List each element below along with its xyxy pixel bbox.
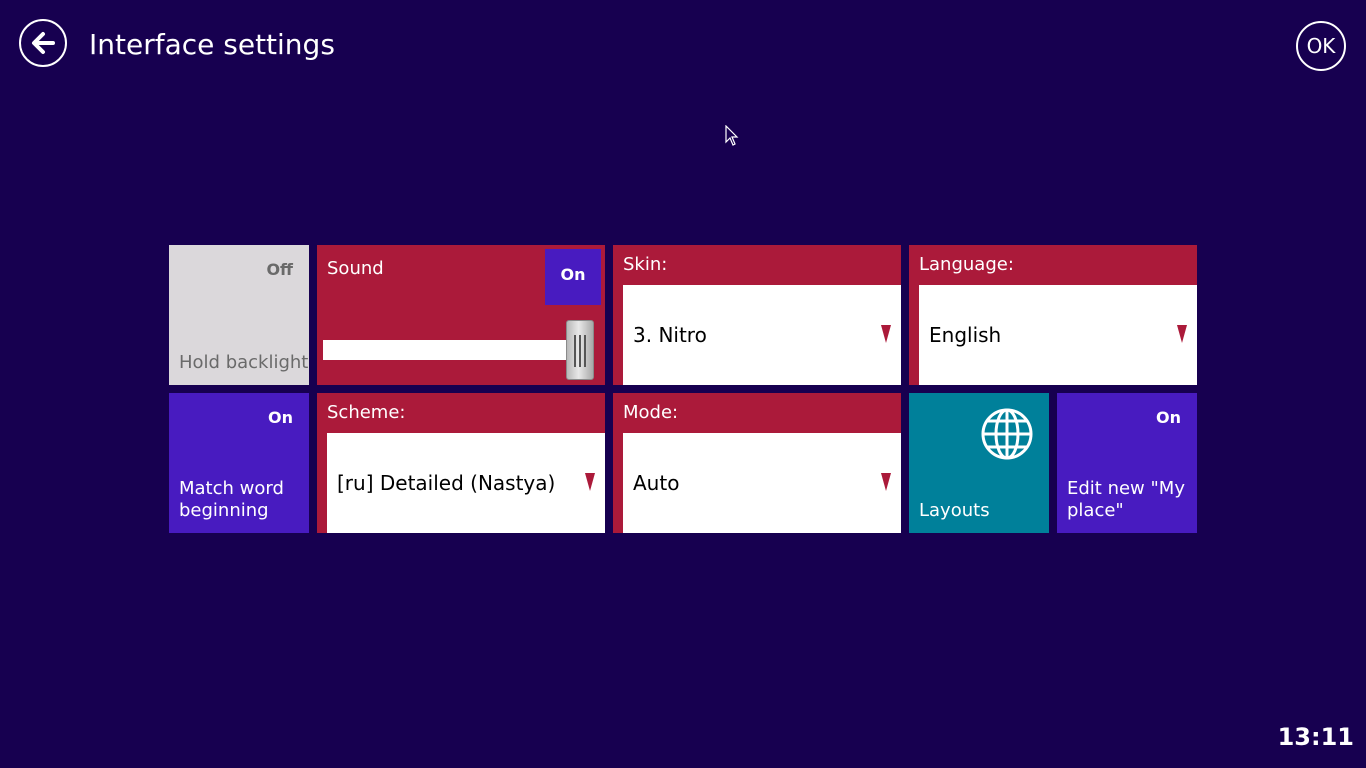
skin-tile: Skin: 3. Nitro (613, 245, 901, 385)
skin-select[interactable]: 3. Nitro (623, 285, 901, 385)
mode-label: Mode: (623, 402, 679, 423)
edit-my-place-label: Edit new "My place" (1067, 478, 1185, 521)
hold-backlight-toggle[interactable]: Off Hold backlight (169, 245, 309, 385)
edit-my-place-state: On (1156, 408, 1181, 427)
dropdown-arrow-icon (1177, 325, 1187, 343)
mode-select[interactable]: Auto (623, 433, 901, 533)
scheme-label: Scheme: (327, 402, 406, 423)
layouts-button[interactable]: Layouts (909, 393, 1049, 533)
language-value: English (929, 323, 1002, 347)
match-word-label: Match word beginning (179, 478, 284, 521)
mouse-cursor-icon (725, 125, 739, 146)
skin-value: 3. Nitro (633, 323, 707, 347)
sound-toggle[interactable]: On (545, 249, 601, 305)
clock: 13:11 (1277, 723, 1354, 751)
mode-value: Auto (633, 471, 680, 495)
mode-tile: Mode: Auto (613, 393, 901, 533)
language-tile: Language: English (909, 245, 1197, 385)
scheme-tile: Scheme: [ru] Detailed (Nastya) (317, 393, 605, 533)
dropdown-arrow-icon (585, 473, 595, 491)
edit-my-place-toggle[interactable]: On Edit new "My place" (1057, 393, 1197, 533)
page-title: Interface settings (89, 28, 335, 61)
scheme-select[interactable]: [ru] Detailed (Nastya) (327, 433, 605, 533)
back-button[interactable] (19, 19, 67, 67)
sound-label: Sound (327, 258, 384, 279)
sound-tile: Sound On (317, 245, 605, 385)
match-word-state: On (268, 408, 293, 427)
volume-slider-thumb[interactable] (566, 320, 594, 380)
back-arrow-icon (32, 32, 55, 54)
hold-backlight-label: Hold backlight (179, 352, 309, 373)
dropdown-arrow-icon (881, 325, 891, 343)
match-word-beginning-toggle[interactable]: On Match word beginning (169, 393, 309, 533)
globe-icon (981, 408, 1033, 460)
scheme-value: [ru] Detailed (Nastya) (337, 471, 556, 495)
language-select[interactable]: English (919, 285, 1197, 385)
hold-backlight-state: Off (266, 260, 293, 279)
language-label: Language: (919, 254, 1014, 275)
skin-label: Skin: (623, 254, 668, 275)
volume-slider-track[interactable] (323, 340, 573, 360)
layouts-label: Layouts (919, 500, 990, 521)
dropdown-arrow-icon (881, 473, 891, 491)
ok-button[interactable]: OK (1296, 21, 1346, 71)
